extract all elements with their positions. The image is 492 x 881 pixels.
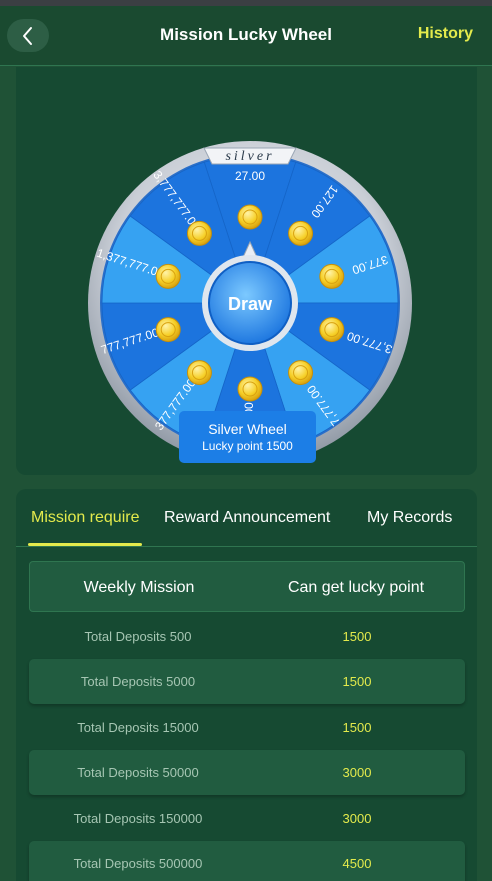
silver-wheel-label: Silver Wheel [208, 421, 287, 437]
coin-icon [288, 360, 314, 386]
tab-my-records[interactable]: My Records [367, 509, 452, 527]
mission-cell: Total Deposits 150000 [73, 811, 203, 826]
coin-icon [155, 263, 181, 289]
points-cell: 1500 [342, 720, 372, 735]
coin-icon [237, 376, 263, 402]
draw-label: Draw [228, 294, 273, 314]
coin-icon [155, 317, 181, 343]
lucky-point-label: Lucky point 1500 [202, 439, 293, 453]
points-cell: 1500 [342, 674, 372, 689]
table-row: Total Deposits 50000 3000 [29, 750, 465, 795]
table-row: Total Deposits 150000 3000 [29, 796, 465, 841]
points-cell: 4500 [342, 856, 372, 871]
mission-cell: Total Deposits 50000 [77, 765, 199, 780]
points-cell: 3000 [342, 765, 372, 780]
coin-icon [319, 317, 345, 343]
coin-icon [288, 220, 314, 246]
column-header-mission: Weekly Mission [83, 579, 195, 596]
wheel-card: 27.00127.00377.003,777.007,777.0057,777.… [16, 67, 477, 475]
mission-card: Mission require Reward Announcement My R… [16, 489, 477, 881]
points-cell: 3000 [342, 811, 372, 826]
tab-bar: Mission require Reward Announcement My R… [16, 489, 477, 547]
table-row: Total Deposits 15000 1500 [29, 705, 465, 750]
mission-cell: Total Deposits 500000 [73, 856, 203, 871]
history-link[interactable]: History [418, 25, 473, 43]
tab-reward-announcement[interactable]: Reward Announcement [164, 509, 330, 527]
table-row: Total Deposits 500 1500 [29, 614, 465, 659]
table-row: Total Deposits 500000 4500 [29, 841, 465, 881]
column-header-points: Can get lucky point [287, 579, 425, 596]
mission-cell: Total Deposits 15000 [77, 720, 199, 735]
points-cell: 1500 [342, 629, 372, 644]
coin-icon [186, 220, 212, 246]
table-header: Weekly Mission Can get lucky point [29, 561, 465, 612]
silver-wheel-button[interactable]: Silver Wheel Lucky point 1500 [179, 411, 316, 463]
active-tab-indicator [28, 543, 142, 546]
silver-badge: silver [225, 149, 274, 164]
mission-cell: Total Deposits 5000 [80, 674, 196, 689]
coin-icon [186, 360, 212, 386]
table-row: Total Deposits 5000 1500 [29, 659, 465, 704]
header: Mission Lucky Wheel History [0, 6, 492, 66]
coin-icon [319, 263, 345, 289]
segment-value-label: 27.00 [235, 169, 265, 183]
tab-mission-require[interactable]: Mission require [31, 509, 139, 527]
mission-cell: Total Deposits 500 [84, 629, 192, 644]
coin-icon [237, 204, 263, 230]
